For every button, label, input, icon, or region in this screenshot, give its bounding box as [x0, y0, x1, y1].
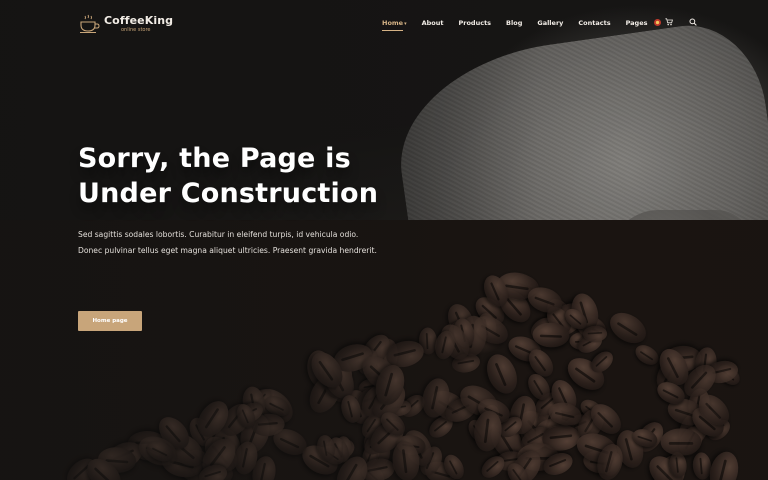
page-title: Sorry, the Page is Under Construction	[78, 141, 418, 211]
cart-icon[interactable]	[665, 18, 673, 26]
site-header: CoffeeKing online store Home▾ About Prod…	[0, 0, 768, 50]
title-line-2: Under Construction	[78, 178, 379, 209]
nav-item-about[interactable]: About	[422, 19, 444, 27]
nav-item-products[interactable]: Products	[459, 19, 492, 27]
nav-item-label: Home	[382, 19, 404, 27]
nav-item-blog[interactable]: Blog	[506, 19, 522, 27]
nav-item-gallery[interactable]: Gallery	[537, 19, 563, 27]
chevron-down-icon: ▾	[404, 21, 407, 27]
title-line-1: Sorry, the Page is	[78, 143, 351, 174]
hero-description: Sed sagittis sodales lobortis. Curabitur…	[78, 230, 377, 255]
coffee-cup-icon	[80, 14, 100, 33]
nav-item-home[interactable]: Home▾	[382, 19, 407, 31]
flag-icon[interactable]	[654, 18, 661, 26]
brand-tagline: online store	[121, 27, 151, 33]
brand-logo[interactable]: CoffeeKing online store	[78, 14, 173, 34]
nav-item-pages[interactable]: Pages	[626, 19, 648, 27]
search-icon[interactable]	[689, 18, 697, 26]
home-page-button[interactable]: Home page	[78, 311, 142, 331]
main-nav: Home▾ About Products Blog Gallery Contac…	[382, 19, 662, 31]
nav-item-contacts[interactable]: Contacts	[578, 19, 610, 27]
header-actions	[654, 18, 697, 26]
brand-name: CoffeeKing	[104, 14, 174, 27]
